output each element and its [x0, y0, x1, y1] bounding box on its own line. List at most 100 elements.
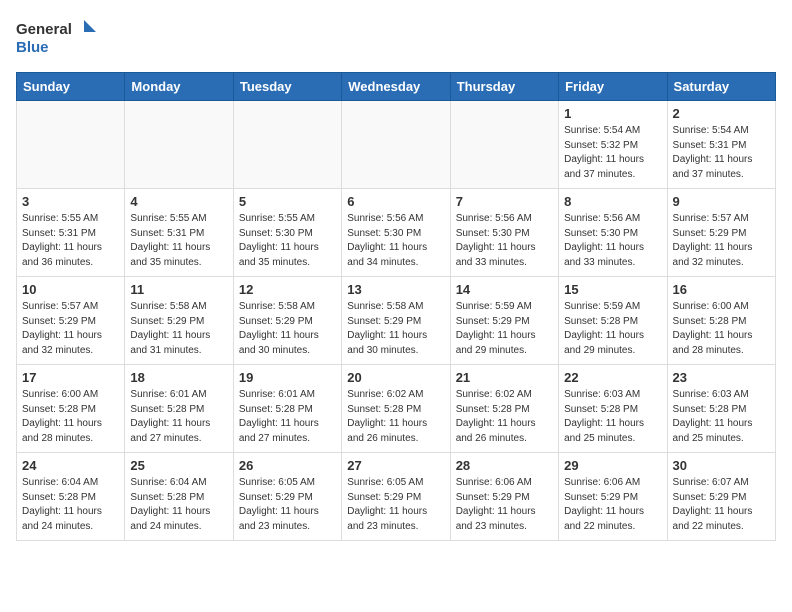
day-number: 20 — [347, 370, 444, 385]
day-number: 10 — [22, 282, 119, 297]
day-info: Sunrise: 6:01 AM Sunset: 5:28 PM Dayligh… — [130, 388, 227, 446]
day-number: 23 — [673, 370, 770, 385]
logo: General Blue — [16, 16, 96, 60]
day-info: Sunrise: 6:02 AM Sunset: 5:28 PM Dayligh… — [456, 388, 553, 446]
day-info: Sunrise: 6:03 AM Sunset: 5:28 PM Dayligh… — [673, 388, 770, 446]
calendar-cell: 3Sunrise: 5:55 AM Sunset: 5:31 PM Daylig… — [17, 189, 125, 277]
day-info: Sunrise: 5:59 AM Sunset: 5:29 PM Dayligh… — [456, 300, 553, 358]
day-info: Sunrise: 5:58 AM Sunset: 5:29 PM Dayligh… — [347, 300, 444, 358]
day-info: Sunrise: 5:54 AM Sunset: 5:31 PM Dayligh… — [673, 124, 770, 182]
day-info: Sunrise: 5:58 AM Sunset: 5:29 PM Dayligh… — [130, 300, 227, 358]
day-info: Sunrise: 5:56 AM Sunset: 5:30 PM Dayligh… — [347, 212, 444, 270]
calendar-cell: 19Sunrise: 6:01 AM Sunset: 5:28 PM Dayli… — [233, 365, 341, 453]
weekday-header-wednesday: Wednesday — [342, 73, 450, 101]
svg-text:General: General — [16, 21, 72, 38]
day-info: Sunrise: 5:55 AM Sunset: 5:31 PM Dayligh… — [130, 212, 227, 270]
calendar-cell: 29 Sunrise: 6:06 AM Sunset: 5:29 PM Dayli… — [559, 453, 667, 541]
day-number: 1 — [564, 106, 661, 121]
day-info: Sunrise: 6:03 AM Sunset: 5:28 PM Dayligh… — [564, 388, 661, 446]
day-number: 15 — [564, 282, 661, 297]
day-info: Sunrise: 6:04 AM Sunset: 5:28 PM Dayligh… — [22, 476, 119, 534]
calendar-cell: 4 Sunrise: 5:55 AM Sunset: 5:31 PM Daylig… — [125, 189, 233, 277]
day-number: 6 — [347, 194, 444, 209]
day-info: Sunrise: 6:05 AM Sunset: 5:29 PM Dayligh… — [347, 476, 444, 534]
day-number: 24 — [22, 458, 119, 473]
calendar-table: SundayMondayTuesdayWednesdayThursdayFrid… — [16, 72, 776, 541]
day-number: 19 — [239, 370, 336, 385]
calendar-cell: 12 Sunrise: 5:58 AM Sunset: 5:29 PM Dayli… — [233, 277, 341, 365]
day-info: Sunrise: 6:02 AM Sunset: 5:28 PM Dayligh… — [347, 388, 444, 446]
calendar-cell: 21 Sunrise: 6:02 AM Sunset: 5:28 PM Dayli… — [450, 365, 558, 453]
calendar-week-4: 17 Sunrise: 6:00 AM Sunset: 5:28 PM Dayli… — [17, 365, 776, 453]
day-info: Sunrise: 5:57 AM Sunset: 5:29 PM Dayligh… — [22, 300, 119, 358]
calendar-cell: 11 Sunrise: 5:58 AM Sunset: 5:29 PM Dayli… — [125, 277, 233, 365]
day-number: 17 — [22, 370, 119, 385]
calendar-cell: 8Sunrise: 5:56 AM Sunset: 5:30 PM Daylig… — [559, 189, 667, 277]
weekday-header-saturday: Saturday — [667, 73, 775, 101]
day-info: Sunrise: 6:00 AM Sunset: 5:28 PM Dayligh… — [22, 388, 119, 446]
calendar-cell: 18 Sunrise: 6:01 AM Sunset: 5:28 PM Dayli… — [125, 365, 233, 453]
day-number: 11 — [130, 282, 227, 297]
day-info: Sunrise: 5:59 AM Sunset: 5:28 PM Dayligh… — [564, 300, 661, 358]
weekday-header-thursday: Thursday — [450, 73, 558, 101]
day-info: Sunrise: 5:57 AM Sunset: 5:29 PM Dayligh… — [673, 212, 770, 270]
day-number: 4 — [130, 194, 227, 209]
weekday-header-sunday: Sunday — [17, 73, 125, 101]
calendar-cell: 5 Sunrise: 5:55 AM Sunset: 5:30 PM Daylig… — [233, 189, 341, 277]
calendar-cell: 24 Sunrise: 6:04 AM Sunset: 5:28 PM Dayli… — [17, 453, 125, 541]
day-info: Sunrise: 6:06 AM Sunset: 5:29 PM Dayligh… — [564, 476, 661, 534]
calendar-cell: 22 Sunrise: 6:03 AM Sunset: 5:28 PM Dayli… — [559, 365, 667, 453]
calendar-cell — [450, 101, 558, 189]
calendar-header-row: SundayMondayTuesdayWednesdayThursdayFrid… — [17, 73, 776, 101]
svg-text:Blue: Blue — [16, 39, 49, 56]
calendar-cell: 13 Sunrise: 5:58 AM Sunset: 5:29 PM Dayli… — [342, 277, 450, 365]
calendar-cell: 23 Sunrise: 6:03 AM Sunset: 5:28 PM Dayli… — [667, 365, 775, 453]
calendar-cell — [17, 101, 125, 189]
calendar-week-3: 10 Sunrise: 5:57 AM Sunset: 5:29 PM Dayli… — [17, 277, 776, 365]
calendar-cell — [125, 101, 233, 189]
day-number: 27 — [347, 458, 444, 473]
calendar-cell: 6 Sunrise: 5:56 AM Sunset: 5:30 PM Daylig… — [342, 189, 450, 277]
calendar-cell: 7Sunrise: 5:56 AM Sunset: 5:30 PM Daylig… — [450, 189, 558, 277]
day-info: Sunrise: 5:55 AM Sunset: 5:30 PM Dayligh… — [239, 212, 336, 270]
calendar-cell: 26Sunrise: 6:05 AM Sunset: 5:29 PM Dayli… — [233, 453, 341, 541]
day-info: Sunrise: 5:55 AM Sunset: 5:31 PM Dayligh… — [22, 212, 119, 270]
day-info: Sunrise: 6:07 AM Sunset: 5:29 PM Dayligh… — [673, 476, 770, 534]
calendar-cell: 15 Sunrise: 5:59 AM Sunset: 5:28 PM Dayli… — [559, 277, 667, 365]
calendar-cell: 30 Sunrise: 6:07 AM Sunset: 5:29 PM Dayli… — [667, 453, 775, 541]
day-info: Sunrise: 6:00 AM Sunset: 5:28 PM Dayligh… — [673, 300, 770, 358]
weekday-header-tuesday: Tuesday — [233, 73, 341, 101]
day-number: 9 — [673, 194, 770, 209]
day-number: 7 — [456, 194, 553, 209]
calendar-cell: 10 Sunrise: 5:57 AM Sunset: 5:29 PM Dayli… — [17, 277, 125, 365]
weekday-header-monday: Monday — [125, 73, 233, 101]
calendar-cell: 27 Sunrise: 6:05 AM Sunset: 5:29 PM Dayli… — [342, 453, 450, 541]
day-number: 12 — [239, 282, 336, 297]
calendar-week-1: 1 Sunrise: 5:54 AM Sunset: 5:32 PM Daylig… — [17, 101, 776, 189]
calendar-cell: 2Sunrise: 5:54 AM Sunset: 5:31 PM Daylig… — [667, 101, 775, 189]
day-number: 8 — [564, 194, 661, 209]
day-info: Sunrise: 5:58 AM Sunset: 5:29 PM Dayligh… — [239, 300, 336, 358]
calendar-cell: 14 Sunrise: 5:59 AM Sunset: 5:29 PM Dayli… — [450, 277, 558, 365]
page-header: General Blue — [16, 16, 776, 60]
calendar-cell: 25Sunrise: 6:04 AM Sunset: 5:28 PM Dayli… — [125, 453, 233, 541]
calendar-cell — [233, 101, 341, 189]
calendar-cell: 17 Sunrise: 6:00 AM Sunset: 5:28 PM Dayli… — [17, 365, 125, 453]
day-info: Sunrise: 5:54 AM Sunset: 5:32 PM Dayligh… — [564, 124, 661, 182]
day-number: 13 — [347, 282, 444, 297]
day-number: 29 — [564, 458, 661, 473]
day-number: 26 — [239, 458, 336, 473]
day-number: 30 — [673, 458, 770, 473]
calendar-cell — [342, 101, 450, 189]
day-number: 16 — [673, 282, 770, 297]
calendar-cell: 1 Sunrise: 5:54 AM Sunset: 5:32 PM Daylig… — [559, 101, 667, 189]
day-number: 18 — [130, 370, 227, 385]
day-number: 28 — [456, 458, 553, 473]
day-number: 22 — [564, 370, 661, 385]
day-number: 5 — [239, 194, 336, 209]
calendar-cell: 16 Sunrise: 6:00 AM Sunset: 5:28 PM Dayli… — [667, 277, 775, 365]
calendar-cell: 28Sunrise: 6:06 AM Sunset: 5:29 PM Dayli… — [450, 453, 558, 541]
day-number: 14 — [456, 282, 553, 297]
day-number: 21 — [456, 370, 553, 385]
calendar-week-2: 3Sunrise: 5:55 AM Sunset: 5:31 PM Daylig… — [17, 189, 776, 277]
